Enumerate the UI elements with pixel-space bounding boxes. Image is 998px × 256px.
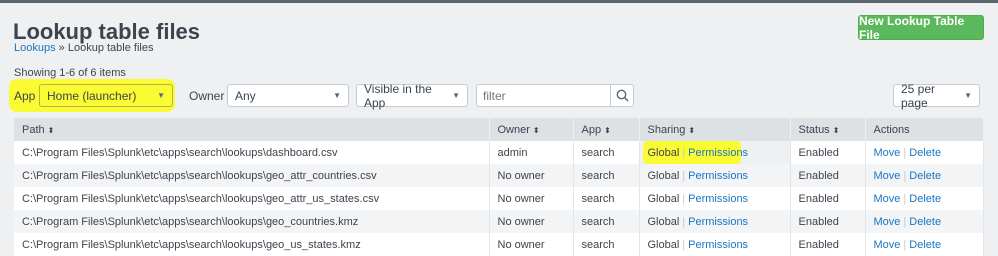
cell-app: search: [573, 210, 640, 233]
cell-status: Enabled: [790, 233, 866, 256]
caret-down-icon: ▼: [452, 91, 460, 100]
cell-sharing: Global | Permissions: [639, 141, 791, 164]
delete-link[interactable]: Delete: [909, 147, 941, 159]
caret-down-icon: ▼: [333, 91, 341, 100]
column-header-sharing[interactable]: Sharing ⬍: [639, 118, 791, 141]
sharing-value: Global: [647, 215, 680, 228]
permissions-link[interactable]: Permissions: [688, 216, 748, 228]
cell-sharing: Global | Permissions: [639, 210, 791, 233]
visibility-value: Visible in the App: [364, 81, 432, 110]
permissions-link[interactable]: Permissions: [688, 193, 748, 205]
cell-owner: No owner: [489, 233, 574, 256]
new-lookup-table-file-button[interactable]: New Lookup Table File: [858, 14, 984, 42]
sort-icon: ⬍: [47, 125, 55, 135]
owner-filter-label: Owner: [189, 89, 225, 103]
delete-link[interactable]: Delete: [909, 193, 941, 205]
cell-path: C:\Program Files\Splunk\etc\apps\search\…: [14, 233, 490, 256]
cell-app: search: [573, 187, 640, 210]
cell-app: search: [573, 233, 640, 256]
move-link[interactable]: Move: [874, 216, 901, 228]
cell-actions: Move | Delete: [865, 210, 984, 233]
cell-actions: Move | Delete: [865, 164, 984, 187]
caret-down-icon: ▼: [964, 91, 972, 100]
column-header-path[interactable]: Path ⬍: [14, 118, 490, 141]
sort-icon: ⬍: [832, 125, 840, 135]
move-link[interactable]: Move: [874, 193, 901, 205]
per-page-value: 25 per page: [901, 81, 936, 110]
cell-app: search: [573, 141, 640, 164]
cell-owner: No owner: [489, 210, 574, 233]
permissions-link[interactable]: Permissions: [688, 239, 748, 251]
filter-input[interactable]: [477, 85, 611, 106]
app-filter-label: App: [14, 89, 36, 103]
cell-sharing: Global | Permissions: [639, 164, 791, 187]
cell-actions: Move | Delete: [865, 141, 984, 164]
sort-icon: ⬍: [604, 125, 611, 135]
cell-sharing: Global | Permissions: [639, 187, 791, 210]
owner-filter-value: Any: [235, 88, 256, 103]
sharing-value: Global: [647, 169, 680, 182]
search-icon: [616, 89, 629, 102]
column-header-app[interactable]: App ⬍: [573, 118, 640, 141]
breadcrumb-separator: »: [58, 42, 65, 54]
move-link[interactable]: Move: [874, 239, 901, 251]
permissions-link[interactable]: Permissions: [688, 170, 748, 182]
permissions-link[interactable]: Permissions: [688, 147, 748, 159]
breadcrumb: Lookups » Lookup table files: [14, 42, 153, 54]
breadcrumb-current: Lookup table files: [67, 42, 154, 54]
app-filter-value: Home (launcher): [47, 88, 137, 103]
cell-status: Enabled: [790, 187, 866, 210]
table-row: C:\Program Files\Splunk\etc\apps\search\…: [14, 210, 984, 233]
table-header-row: Path ⬍ Owner ⬍ App ⬍ Sharing ⬍ Status ⬍ Actio…: [14, 118, 984, 141]
owner-filter-dropdown[interactable]: Any ▼: [227, 84, 349, 107]
column-header-status[interactable]: Status ⬍: [790, 118, 866, 141]
cell-app: search: [573, 164, 640, 187]
table-row: C:\Program Files\Splunk\etc\apps\search\…: [14, 233, 984, 256]
cell-path: C:\Program Files\Splunk\etc\apps\search\…: [14, 164, 490, 187]
move-link[interactable]: Move: [874, 170, 901, 182]
cell-status: Enabled: [790, 210, 866, 233]
top-bar: [0, 0, 998, 3]
cell-owner: No owner: [489, 164, 574, 187]
breadcrumb-lookups-link[interactable]: Lookups: [14, 42, 56, 54]
cell-path: C:\Program Files\Splunk\etc\apps\search\…: [14, 141, 490, 164]
visibility-dropdown[interactable]: Visible in the App ▼: [356, 81, 468, 110]
search-button[interactable]: [610, 85, 633, 106]
lookup-table: Path ⬍ Owner ⬍ App ⬍ Sharing ⬍ Status ⬍ Actio…: [14, 118, 984, 256]
per-page-dropdown[interactable]: 25 per page ▼: [893, 81, 980, 110]
cell-sharing: Global | Permissions: [639, 233, 791, 256]
caret-down-icon: ▼: [157, 91, 165, 100]
column-header-actions: Actions: [865, 118, 984, 141]
cell-actions: Move | Delete: [865, 187, 984, 210]
cell-actions: Move | Delete: [865, 233, 984, 256]
delete-link[interactable]: Delete: [909, 239, 941, 251]
sort-icon: ⬍: [688, 125, 696, 135]
move-link[interactable]: Move: [874, 147, 901, 159]
column-header-owner[interactable]: Owner ⬍: [489, 118, 574, 141]
sort-icon: ⬍: [532, 125, 540, 135]
sharing-value: Global: [647, 146, 680, 159]
delete-link[interactable]: Delete: [909, 170, 941, 182]
delete-link[interactable]: Delete: [909, 216, 941, 228]
filter-box: [476, 84, 634, 107]
sharing-value: Global: [647, 238, 680, 251]
cell-path: C:\Program Files\Splunk\etc\apps\search\…: [14, 210, 490, 233]
cell-status: Enabled: [790, 164, 866, 187]
sharing-value: Global: [647, 192, 680, 205]
table-row: C:\Program Files\Splunk\etc\apps\search\…: [14, 141, 984, 164]
cell-owner: admin: [489, 141, 574, 164]
table-row: C:\Program Files\Splunk\etc\apps\search\…: [14, 164, 984, 187]
cell-path: C:\Program Files\Splunk\etc\apps\search\…: [14, 187, 490, 210]
table-row: C:\Program Files\Splunk\etc\apps\search\…: [14, 187, 984, 210]
cell-owner: No owner: [489, 187, 574, 210]
item-count: Showing 1-6 of 6 items: [14, 67, 126, 79]
cell-status: Enabled: [790, 141, 866, 164]
app-filter-dropdown[interactable]: Home (launcher) ▼: [39, 84, 173, 107]
